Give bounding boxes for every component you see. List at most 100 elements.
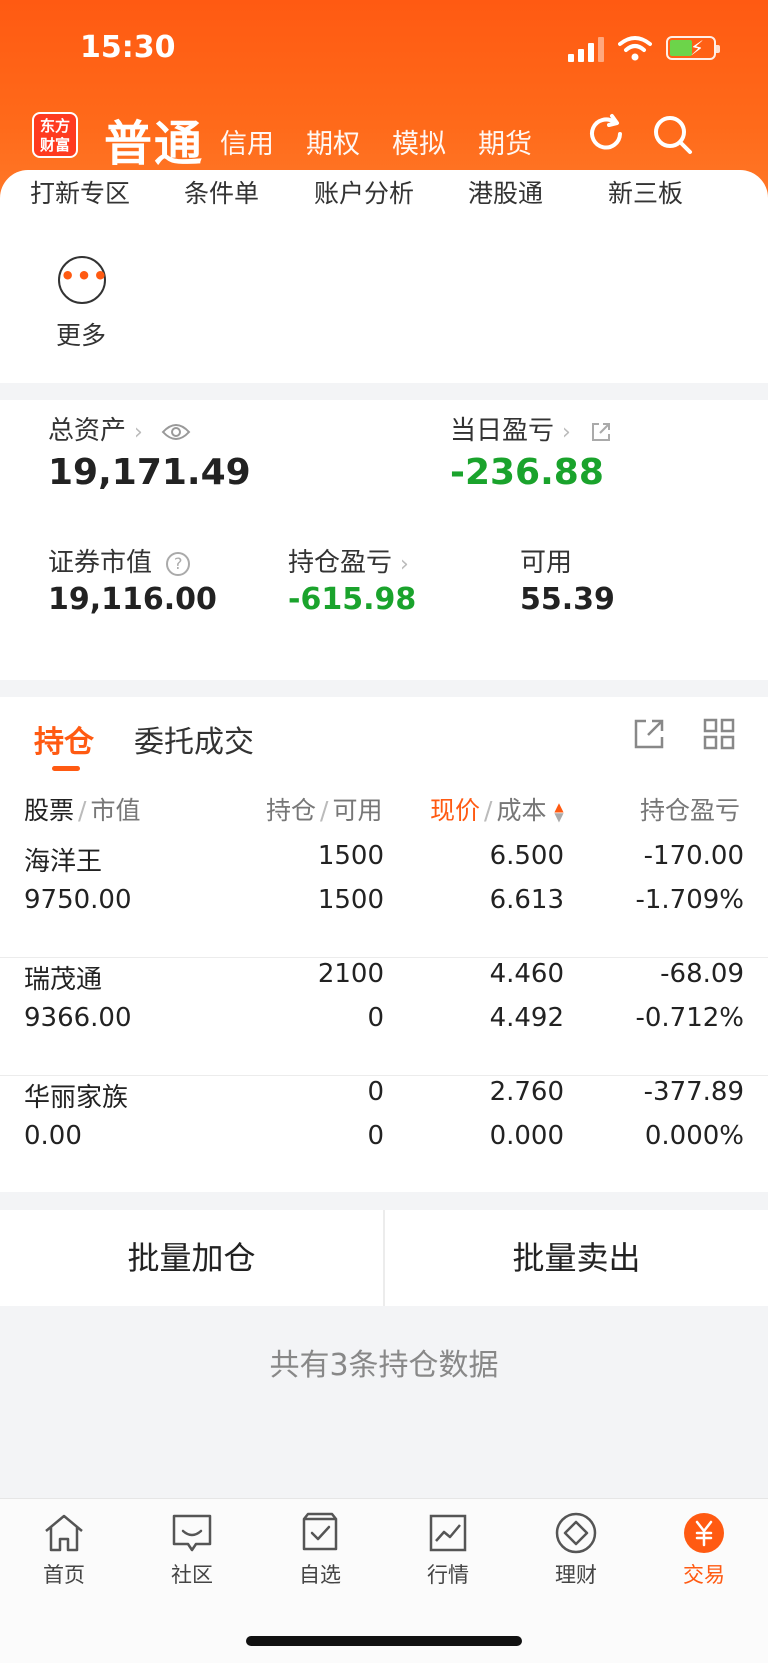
tab-orders-trades[interactable]: 委托成交 bbox=[134, 717, 254, 761]
tabbar-community-label: 社区 bbox=[171, 1563, 213, 1587]
market-value-value: 19,116.00 bbox=[48, 582, 217, 617]
table-row[interactable]: 华丽家族 0.00 0 0 2.760 0.000 -377.89 0.000% bbox=[0, 1063, 768, 1181]
quick-action-ipo[interactable]: 打新专区 bbox=[30, 174, 130, 210]
quick-action-neeq[interactable]: 新三板 bbox=[608, 174, 683, 210]
stock-cost: 0.000 bbox=[489, 1121, 564, 1151]
tab-options[interactable]: 期权 bbox=[306, 122, 360, 161]
stock-price: 4.460 bbox=[489, 959, 564, 989]
tab-credit[interactable]: 信用 bbox=[220, 122, 274, 161]
grid-view-icon[interactable] bbox=[702, 717, 736, 751]
holding-pl-label-text: 持仓盈亏 bbox=[288, 548, 393, 578]
home-icon bbox=[45, 1514, 83, 1552]
more-icon[interactable]: ••• bbox=[58, 256, 108, 304]
stock-hold: 2100 bbox=[317, 959, 384, 989]
daily-pl-value: -236.88 bbox=[450, 452, 604, 493]
positions-count-text: 共有3条持仓数据 bbox=[269, 1348, 499, 1383]
tabbar-trade-label: 交易 bbox=[683, 1563, 725, 1587]
stock-name: 海洋王 bbox=[24, 847, 103, 877]
daily-pl-label-text: 当日盈亏 bbox=[450, 416, 555, 446]
stock-pl: -377.89 bbox=[643, 1077, 744, 1107]
col-head-available: 可用 bbox=[332, 796, 383, 825]
stock-name: 华丽家族 bbox=[24, 1083, 129, 1113]
wifi-icon bbox=[618, 36, 652, 61]
stock-name: 瑞茂通 bbox=[24, 965, 103, 995]
yuan-icon bbox=[684, 1513, 724, 1553]
col-sep: / bbox=[78, 796, 87, 825]
col-head-price: 现价 bbox=[430, 796, 481, 825]
status-icons: ⚡ bbox=[568, 34, 720, 62]
tab-futures[interactable]: 期货 bbox=[478, 122, 532, 161]
quick-action-account-analysis[interactable]: 账户分析 bbox=[314, 174, 414, 210]
batch-add-button[interactable]: 批量加仓 bbox=[0, 1210, 383, 1306]
stock-market-value: 0.00 bbox=[24, 1121, 82, 1151]
chevron-right-icon: › bbox=[134, 420, 143, 445]
stock-pl: -68.09 bbox=[660, 959, 744, 989]
export-icon[interactable] bbox=[632, 717, 666, 751]
available-label: 可用 bbox=[520, 548, 573, 578]
stock-market-value: 9366.00 bbox=[24, 1003, 132, 1033]
holding-pl-value: -615.98 bbox=[288, 582, 417, 617]
share-icon[interactable] bbox=[589, 420, 613, 444]
total-assets-label[interactable]: 总资产 › bbox=[48, 410, 191, 447]
tabbar-wealth[interactable]: 理财 bbox=[526, 1511, 626, 1589]
positions-card: 持仓 委托成交 股票 / 市值 持仓 / 可用 现价 / 成本 ▲ ▼ 持仓盈亏 海洋王 97… bbox=[0, 697, 768, 1192]
col-head-stock-name: 股票 bbox=[24, 796, 75, 825]
home-indicator[interactable] bbox=[246, 1636, 522, 1646]
market-value-label: 证券市值 ? bbox=[48, 542, 191, 579]
stock-pl: -170.00 bbox=[643, 841, 744, 871]
app-logo: 东方 财富 bbox=[32, 112, 78, 158]
total-assets-value: 19,171.49 bbox=[48, 452, 251, 493]
tabbar-watchlist[interactable]: 自选 bbox=[270, 1511, 370, 1589]
col-head-market-value: 市值 bbox=[90, 796, 141, 825]
stock-pl-pct: -0.712% bbox=[635, 1003, 744, 1033]
col-head-stock: 股票 / 市值 bbox=[24, 791, 140, 827]
stock-pl-pct: -1.709% bbox=[635, 885, 744, 915]
tabbar-market-label: 行情 bbox=[427, 1563, 469, 1587]
col-head-price-sort[interactable]: 现价 / 成本 ▲ ▼ bbox=[430, 791, 564, 827]
table-row[interactable]: 瑞茂通 9366.00 2100 0 4.460 4.492 -68.09 -0… bbox=[0, 945, 768, 1063]
daily-pl-label[interactable]: 当日盈亏 › bbox=[450, 410, 613, 447]
col-sep: / bbox=[484, 796, 493, 825]
more-label[interactable]: 更多 bbox=[56, 316, 106, 352]
chevron-right-icon: › bbox=[562, 420, 571, 445]
stock-market-value: 9750.00 bbox=[24, 885, 132, 915]
stock-available: 0 bbox=[367, 1003, 384, 1033]
status-time: 15:30 bbox=[80, 30, 176, 65]
col-head-holdings: 持仓 / 可用 bbox=[266, 791, 382, 827]
col-head-cost: 成本 bbox=[496, 796, 547, 825]
tabbar-home[interactable]: 首页 bbox=[14, 1511, 114, 1589]
tabbar-community[interactable]: 社区 bbox=[142, 1511, 242, 1589]
tab-simulation[interactable]: 模拟 bbox=[392, 122, 446, 161]
table-row[interactable]: 海洋王 9750.00 1500 1500 6.500 6.613 -170.0… bbox=[0, 827, 768, 945]
stock-available: 0 bbox=[367, 1121, 384, 1151]
stock-pl-pct: 0.000% bbox=[644, 1121, 744, 1151]
stock-hold: 1500 bbox=[317, 841, 384, 871]
batch-actions: 批量加仓 批量卖出 bbox=[0, 1210, 768, 1306]
tabbar-home-label: 首页 bbox=[43, 1563, 85, 1587]
battery-icon: ⚡ bbox=[666, 36, 720, 60]
asset-summary-card: 总资产 › 19,171.49 当日盈亏 › -236.88 证券市值 ? 19,1… bbox=[0, 400, 768, 680]
quick-action-hk-connect[interactable]: 港股通 bbox=[468, 174, 543, 210]
holding-pl-label[interactable]: 持仓盈亏 › bbox=[288, 542, 409, 579]
stock-price: 6.500 bbox=[489, 841, 564, 871]
tabbar-trade[interactable]: 交易 bbox=[654, 1511, 754, 1589]
chart-line-icon bbox=[429, 1514, 467, 1552]
help-icon[interactable]: ? bbox=[166, 551, 191, 576]
tabbar-market[interactable]: 行情 bbox=[398, 1511, 498, 1589]
eye-icon[interactable] bbox=[161, 422, 191, 442]
tab-positions[interactable]: 持仓 bbox=[34, 717, 94, 761]
tabbar-watchlist-label: 自选 bbox=[299, 1563, 341, 1587]
col-head-hold: 持仓 bbox=[266, 796, 317, 825]
total-assets-label-text: 总资产 bbox=[48, 416, 127, 446]
quick-actions-card: 打新专区 条件单 账户分析 港股通 新三板 bbox=[0, 170, 768, 383]
stock-available: 1500 bbox=[317, 885, 384, 915]
account-type-title[interactable]: 普通 bbox=[104, 104, 204, 174]
tab-active-indicator bbox=[52, 766, 80, 771]
search-icon[interactable] bbox=[650, 112, 694, 156]
col-head-holding-pl: 持仓盈亏 bbox=[640, 796, 741, 825]
quick-action-conditional-order[interactable]: 条件单 bbox=[184, 174, 259, 210]
col-sep: / bbox=[320, 796, 329, 825]
batch-sell-button[interactable]: 批量卖出 bbox=[385, 1210, 768, 1306]
refresh-icon[interactable] bbox=[584, 112, 628, 156]
stock-cost: 6.613 bbox=[489, 885, 564, 915]
